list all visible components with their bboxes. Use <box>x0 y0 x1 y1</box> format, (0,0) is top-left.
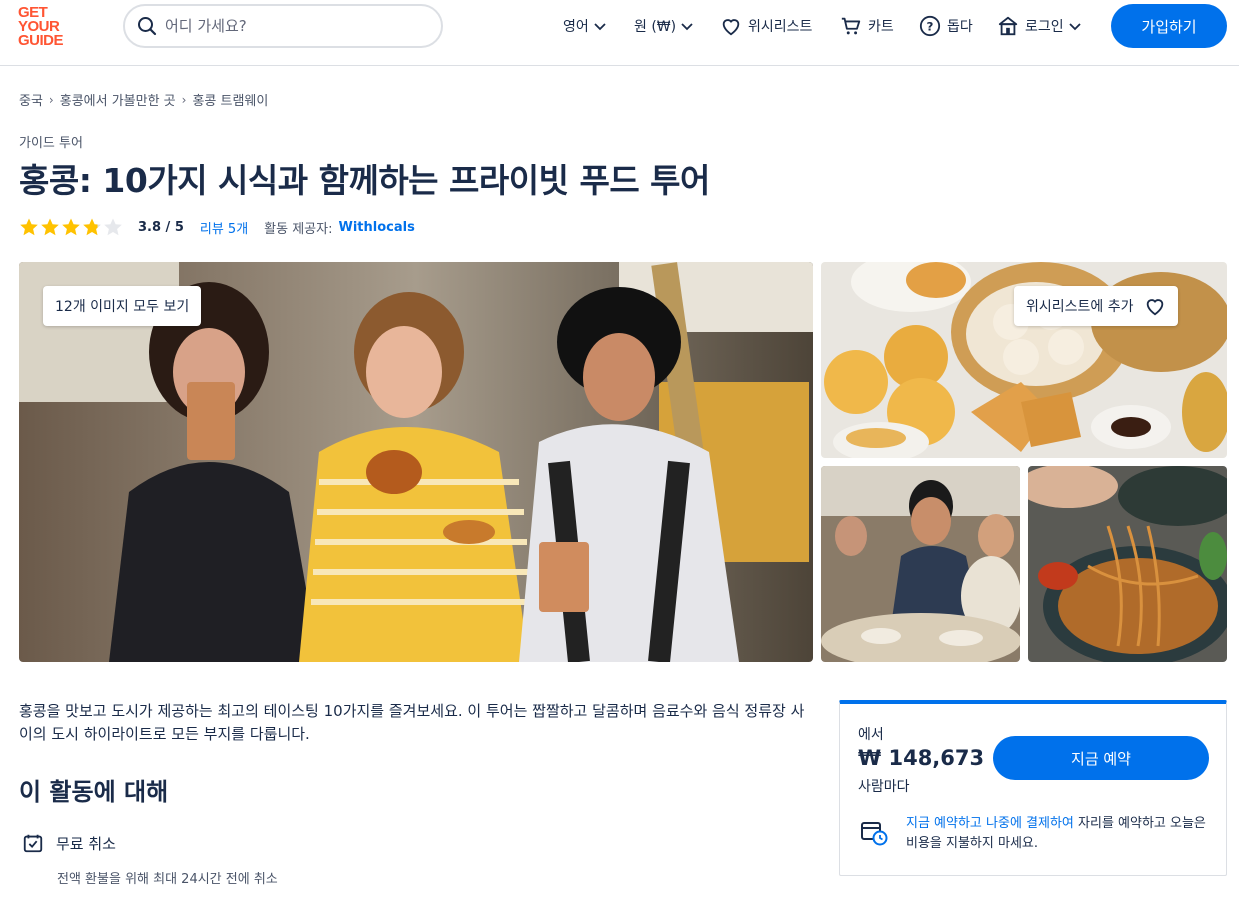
breadcrumb-item-hongkong[interactable]: 홍콩에서 가볼만한 곳 <box>60 90 176 109</box>
search-input[interactable] <box>165 17 415 35</box>
breadcrumb-separator: › <box>181 92 187 107</box>
currency-label: 원 (₩) <box>634 19 677 35</box>
login-menu[interactable]: 로그인 <box>997 14 1082 38</box>
search-bar[interactable] <box>123 4 443 48</box>
breadcrumb-separator: › <box>48 92 54 107</box>
currency-selector[interactable]: 원 (₩) <box>634 14 694 38</box>
breadcrumb: 중국 › 홍콩에서 가볼만한 곳 › 홍콩 트램웨이 <box>19 90 268 110</box>
star-full-icon <box>20 218 38 236</box>
page-title: 홍콩: 10가지 시식과 함께하는 프라이빗 푸드 투어 <box>19 161 710 200</box>
calendar-check-icon <box>23 834 43 853</box>
help-link[interactable]: ? 돕다 <box>919 14 973 38</box>
star-full-icon <box>41 218 59 236</box>
chevron-down-icon <box>1069 23 1081 31</box>
wishlist-link[interactable]: 위시리스트 <box>720 14 812 38</box>
cart-label: 카트 <box>868 19 894 35</box>
free-cancellation-feature: 무료 취소 <box>22 832 116 854</box>
help-icon: ? <box>919 15 941 37</box>
wishlist-label: 위시리스트 <box>748 19 813 35</box>
calendar-clock-icon <box>861 822 888 846</box>
cart-icon <box>841 17 861 35</box>
star-empty-icon <box>104 218 122 236</box>
language-label: 영어 <box>563 19 589 35</box>
help-label: 돕다 <box>947 19 973 35</box>
rating-row: 3.8 / 5 리뷰 5개 활동 제공자: Withlocals <box>19 216 415 238</box>
breadcrumb-item-tramway[interactable]: 홍콩 트램웨이 <box>192 90 268 109</box>
rating-value: 3.8 / 5 <box>138 219 184 235</box>
photo-noodles <box>1028 466 1227 662</box>
signup-button[interactable]: 가입하기 <box>1111 4 1227 48</box>
note-text: 지금 예약하고 나중에 결제하여 자리를 예약하고 오늘은 비용을 지불하지 마… <box>906 814 1210 854</box>
feature-subtitle: 전액 환불을 위해 최대 24시간 전에 취소 <box>57 872 278 887</box>
star-rating <box>19 217 124 237</box>
view-all-images-label: 12개 이미지 모두 보기 <box>55 299 190 315</box>
add-to-wishlist-button[interactable]: 위시리스트에 추가 <box>1014 286 1178 326</box>
getyourguide-logo[interactable]: GET YOUR GUIDE <box>18 5 78 49</box>
chevron-down-icon <box>594 23 606 31</box>
gallery-photo-noodles[interactable] <box>1028 466 1227 662</box>
view-all-images-button[interactable]: 12개 이미지 모두 보기 <box>43 286 202 326</box>
price-per-label: 사람마다 <box>858 779 910 795</box>
user-icon <box>998 16 1018 36</box>
feature-title: 무료 취소 <box>56 834 116 853</box>
price-value: ₩ 148,673 <box>858 746 985 770</box>
logo-line-3: GUIDE <box>18 32 64 49</box>
star-partial-icon <box>83 218 101 236</box>
svg-text:?: ? <box>927 20 934 34</box>
booking-panel: 에서 ₩ 148,673 사람마다 지금 예약 지금 예약하고 나중에 결제하여… <box>839 700 1227 876</box>
heart-icon <box>722 19 740 36</box>
activity-description: 홍콩을 맛보고 도시가 제공하는 최고의 테이스팅 10가지를 즐겨보세요. 이… <box>19 702 805 743</box>
cart-link[interactable]: 카트 <box>840 14 894 38</box>
language-selector[interactable]: 영어 <box>563 14 607 38</box>
gallery-photo-diners[interactable] <box>821 466 1020 662</box>
heart-icon <box>1146 299 1163 316</box>
login-label: 로그인 <box>1025 19 1064 35</box>
breadcrumb-item-china[interactable]: 중국 <box>19 90 43 109</box>
price-from-label: 에서 <box>858 727 884 743</box>
search-icon <box>138 17 157 36</box>
gallery-main-photo[interactable]: 12개 이미지 모두 보기 <box>19 262 813 662</box>
photo-restaurant-diners <box>821 466 1020 662</box>
provider-link[interactable]: Withlocals <box>338 220 414 235</box>
chevron-down-icon <box>681 23 693 31</box>
reviews-link[interactable]: 리뷰 5개 <box>200 218 248 237</box>
header: GET YOUR GUIDE 영어 원 (₩) 위시리스트 카트 ? 돕다 로그… <box>0 0 1239 66</box>
add-to-wishlist-label: 위시리스트에 추가 <box>1026 299 1134 315</box>
gallery-photo-dimsum[interactable]: 위시리스트에 추가 <box>821 262 1227 458</box>
book-now-button[interactable]: 지금 예약 <box>993 736 1209 780</box>
star-full-icon <box>62 218 80 236</box>
reserve-now-pay-later-note: 지금 예약하고 나중에 결제하여 자리를 예약하고 오늘은 비용을 지불하지 마… <box>860 814 1210 854</box>
activity-category: 가이드 투어 <box>19 136 83 151</box>
about-section-title: 이 활동에 대해 <box>19 778 169 806</box>
provider-label: 활동 제공자: <box>264 221 333 237</box>
reserve-now-link[interactable]: 지금 예약하고 나중에 결제하여 <box>906 816 1074 831</box>
